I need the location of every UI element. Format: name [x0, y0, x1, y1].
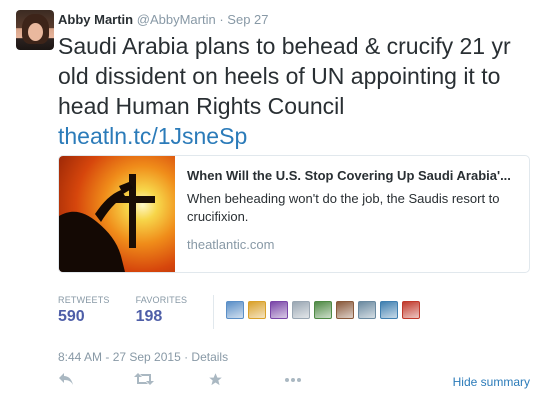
favorites-label: FAVORITES [135, 295, 188, 305]
avatar-icon[interactable] [248, 301, 267, 319]
favoriter-avatars [226, 301, 424, 319]
silhouette-cross-icon [59, 174, 155, 272]
avatar[interactable] [16, 10, 54, 50]
card-title[interactable]: When Will the U.S. Stop Covering Up Saud… [187, 168, 523, 183]
retweets-label: RETWEETS [58, 295, 110, 305]
retweets-stat[interactable]: RETWEETS 590 [58, 295, 110, 326]
tweet-actions: Hide summary [58, 370, 530, 396]
more-icon[interactable] [284, 372, 302, 391]
reply-icon[interactable] [58, 372, 74, 391]
tweet-date[interactable]: Sep 27 [227, 12, 268, 27]
author-handle[interactable]: @AbbyMartin [137, 12, 216, 27]
tweet-link[interactable]: theatln.tc/1JsneSp [58, 121, 528, 151]
avatar-face [28, 23, 43, 41]
card-image[interactable] [59, 156, 175, 272]
tweet-body: Saudi Arabia plans to behead & crucify 2… [58, 33, 511, 119]
tweet-header: Abby Martin @AbbyMartin · Sep 27 [58, 12, 269, 27]
card-domain[interactable]: theatlantic.com [187, 237, 523, 252]
retweets-count: 590 [58, 308, 85, 325]
card-description: When beheading won't do the job, the Sau… [187, 191, 500, 224]
separator-dot: · [219, 12, 224, 27]
star-icon[interactable] [208, 372, 223, 392]
avatar-icon[interactable] [270, 301, 289, 319]
tweet-text: Saudi Arabia plans to behead & crucify 2… [58, 31, 528, 151]
avatar-icon[interactable] [380, 301, 399, 319]
author-name[interactable]: Abby Martin [58, 12, 133, 27]
link-card[interactable]: When Will the U.S. Stop Covering Up Saud… [58, 155, 530, 273]
card-body: When Will the U.S. Stop Covering Up Saud… [187, 168, 523, 252]
avatar-icon[interactable] [292, 301, 311, 319]
avatar-icon[interactable] [402, 301, 421, 319]
retweet-icon[interactable] [134, 372, 154, 391]
hide-summary-link[interactable]: Hide summary [453, 375, 530, 389]
avatar-icon[interactable] [226, 301, 245, 319]
favorites-count: 198 [135, 308, 163, 325]
stats-divider [213, 295, 215, 329]
tweet-stats: RETWEETS 590 FAVORITES 198 [58, 295, 424, 329]
avatar-icon[interactable] [314, 301, 333, 319]
favorites-stat[interactable]: FAVORITES 198 [136, 295, 188, 326]
avatar-icon[interactable] [358, 301, 377, 319]
tweet-timestamp[interactable]: 8:44 AM - 27 Sep 2015 · Details [58, 350, 228, 364]
avatar-icon[interactable] [336, 301, 355, 319]
